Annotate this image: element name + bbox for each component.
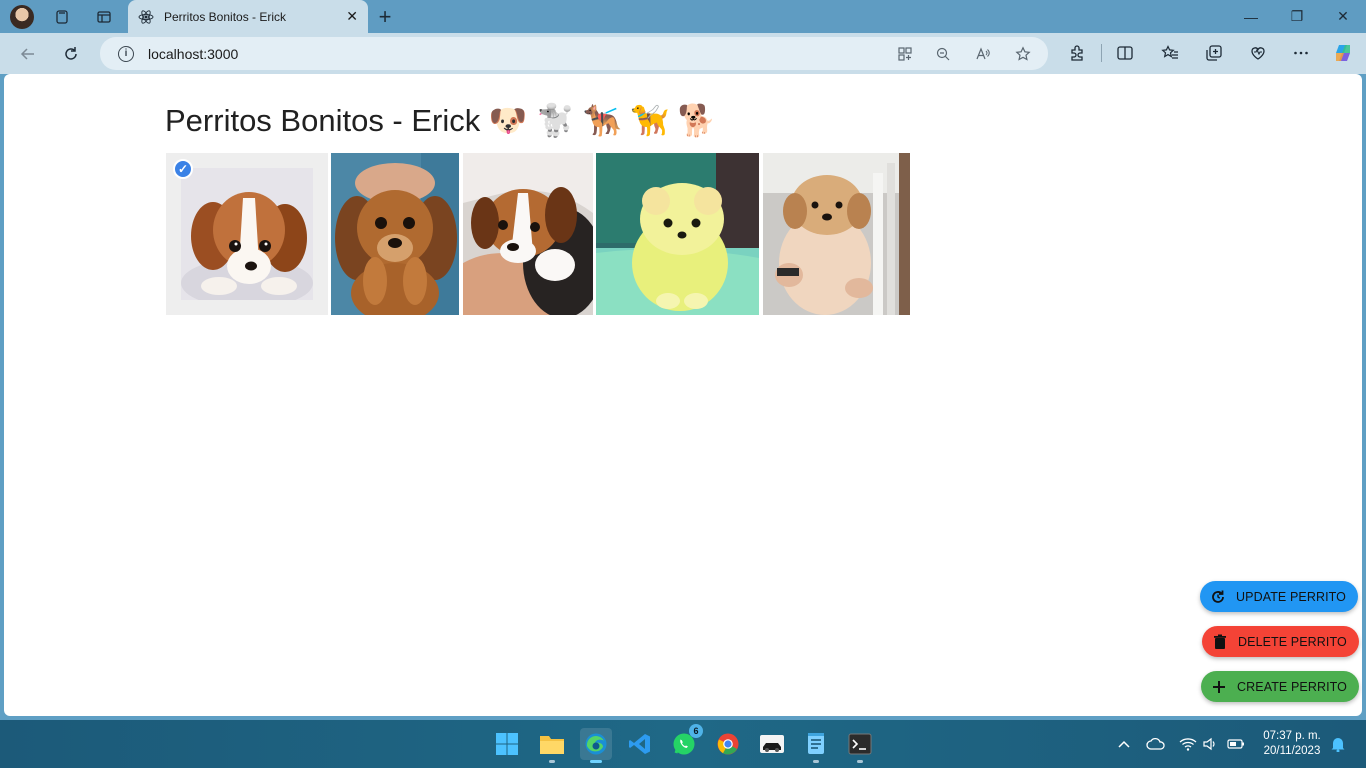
- profile-avatar[interactable]: [10, 5, 34, 29]
- selected-check-icon: ✓: [173, 159, 193, 179]
- onedrive-icon[interactable]: [1146, 734, 1166, 754]
- chrome-taskbar-icon[interactable]: [712, 728, 744, 760]
- browser-essentials-icon[interactable]: [1247, 42, 1269, 64]
- create-perrito-label: CREATE PERRITO: [1237, 679, 1347, 694]
- whatsapp-notification-badge: 6: [689, 724, 703, 738]
- minimize-button[interactable]: —: [1228, 0, 1274, 33]
- gallery-photo-3[interactable]: [463, 153, 593, 315]
- workspaces-icon[interactable]: [50, 5, 74, 29]
- favorites-icon[interactable]: [1159, 42, 1181, 64]
- notepad-taskbar-icon[interactable]: [800, 728, 832, 763]
- site-info-icon[interactable]: i: [118, 45, 134, 62]
- volume-icon[interactable]: [1200, 734, 1220, 754]
- update-icon: [1210, 589, 1226, 605]
- collections-icon[interactable]: [1203, 42, 1225, 64]
- wifi-icon[interactable]: [1178, 734, 1198, 754]
- split-screen-icon[interactable]: [1114, 42, 1136, 64]
- gallery-photo-4[interactable]: [596, 153, 759, 315]
- back-button[interactable]: [15, 41, 41, 67]
- windows-taskbar: 6 07:37 p. m. 20/11/2023: [0, 720, 1366, 768]
- gallery-photo-5[interactable]: [763, 153, 910, 315]
- page-viewport: Perritos Bonitos - Erick 🐶 🐩 🐕‍🦺 🦮 🐕: [4, 74, 1362, 716]
- beagle-puppy-image: [463, 153, 593, 315]
- update-perrito-button[interactable]: UPDATE PERRITO: [1200, 581, 1358, 612]
- address-url[interactable]: localhost:3000: [148, 46, 238, 62]
- zoom-out-icon[interactable]: [934, 45, 952, 63]
- delete-perrito-button[interactable]: DELETE PERRITO: [1202, 626, 1359, 657]
- whatsapp-taskbar-icon[interactable]: 6: [668, 724, 703, 760]
- toolbar-divider: [1101, 44, 1102, 62]
- clock-time: 07:37 p. m.: [1263, 730, 1321, 742]
- refresh-button[interactable]: [58, 41, 84, 67]
- tab-close-icon[interactable]: ✕: [346, 8, 358, 25]
- restore-button[interactable]: ❐: [1274, 0, 1320, 33]
- game-app-taskbar-icon[interactable]: [756, 728, 788, 760]
- clock-date: 20/11/2023: [1263, 745, 1321, 757]
- app-available-icon[interactable]: [896, 45, 914, 63]
- page-title: Perritos Bonitos - Erick 🐶 🐩 🐕‍🦺 🦮 🐕: [165, 103, 717, 138]
- gallery-photo-1[interactable]: ✓: [166, 153, 328, 315]
- file-explorer-taskbar-icon[interactable]: [536, 728, 568, 763]
- browser-tab-active[interactable]: Perritos Bonitos - Erick ✕: [128, 0, 368, 33]
- gallery-photo-2[interactable]: [331, 153, 459, 315]
- cavalier-puppy-image: [181, 168, 313, 308]
- show-hidden-icons-chevron-icon[interactable]: [1114, 734, 1134, 754]
- more-options-icon[interactable]: [1290, 42, 1312, 64]
- vscode-taskbar-icon[interactable]: [624, 728, 656, 760]
- delete-perrito-label: DELETE PERRITO: [1238, 634, 1347, 649]
- read-aloud-icon[interactable]: [974, 45, 992, 63]
- notifications-bell-icon[interactable]: [1328, 734, 1348, 754]
- golden-puppy-image: [763, 153, 910, 315]
- browser-title-bar: Perritos Bonitos - Erick ✕ + — ❐ ✕: [0, 0, 1366, 33]
- trash-icon: [1212, 634, 1228, 650]
- brown-puppy-image: [331, 153, 459, 315]
- tab-title: Perritos Bonitos - Erick: [164, 9, 287, 24]
- close-window-button[interactable]: ✕: [1320, 0, 1366, 33]
- address-bar[interactable]: i localhost:3000: [100, 37, 1048, 70]
- update-perrito-label: UPDATE PERRITO: [1236, 589, 1346, 604]
- extensions-icon[interactable]: [1066, 42, 1088, 64]
- create-perrito-button[interactable]: CREATE PERRITO: [1201, 671, 1359, 702]
- react-favicon-icon: [138, 9, 154, 25]
- pomeranian-puppy-image: [596, 153, 759, 315]
- new-tab-button[interactable]: +: [373, 4, 397, 29]
- plus-icon: [1211, 679, 1227, 695]
- system-clock[interactable]: 07:37 p. m. 20/11/2023: [1252, 729, 1332, 759]
- tab-actions-icon[interactable]: [92, 5, 116, 29]
- edge-taskbar-icon[interactable]: [580, 728, 612, 763]
- favorite-star-icon[interactable]: [1014, 45, 1032, 63]
- battery-icon[interactable]: [1226, 734, 1246, 754]
- terminal-taskbar-icon[interactable]: [844, 728, 876, 763]
- browser-toolbar: i localhost:3000: [0, 33, 1366, 74]
- copilot-icon[interactable]: [1332, 42, 1354, 64]
- start-button[interactable]: [491, 728, 523, 760]
